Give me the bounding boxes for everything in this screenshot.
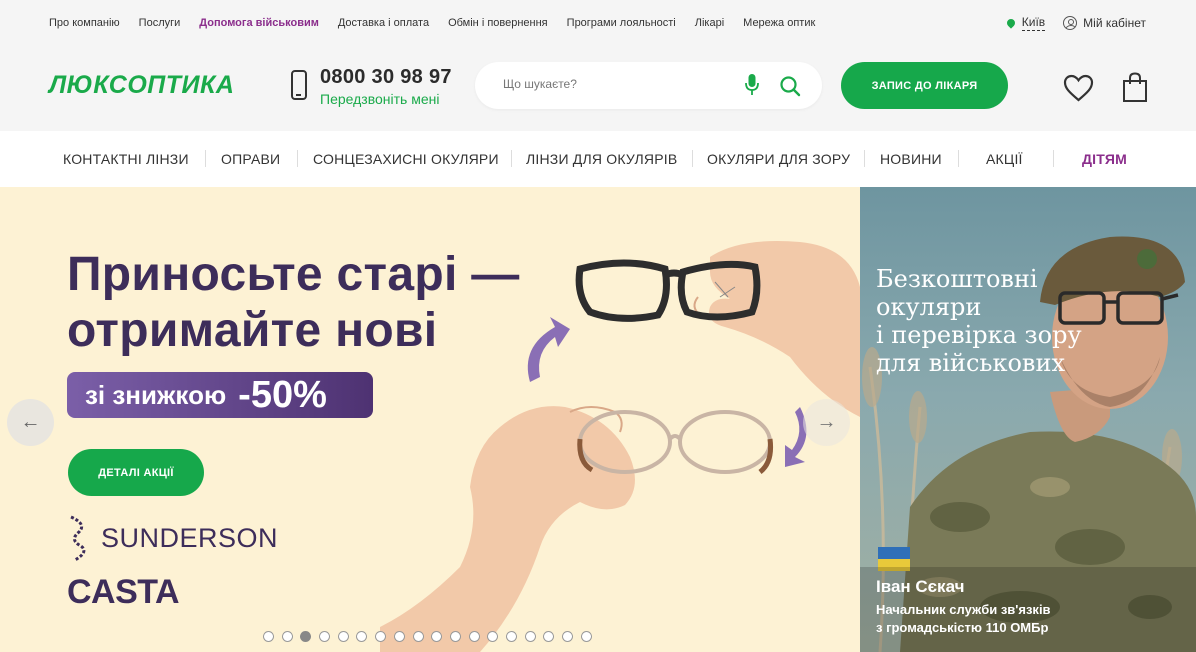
slider-dot[interactable] [505, 631, 517, 642]
brand-sunderson-text: SUNDERSON [101, 522, 279, 553]
city-name: Київ [1021, 15, 1046, 31]
banner-title-line: для військових [876, 349, 1065, 377]
banner-title-line: і перевірка зору [876, 321, 1082, 349]
slider-dot[interactable] [468, 631, 480, 642]
nav-divider [297, 150, 298, 167]
top-links: Про компанію Послуги Допомога військовим… [49, 17, 834, 29]
callback-link[interactable]: Передзвоніть мені [320, 91, 439, 107]
slider-dot[interactable] [487, 631, 499, 642]
nav-divider [1053, 150, 1054, 167]
doctor-appointment-button[interactable]: ЗАПИС ДО ЛІКАРЯ [841, 62, 1008, 109]
slider-dot[interactable] [337, 631, 349, 642]
arrow-left-icon: ← [20, 411, 41, 433]
nav-divider [511, 150, 512, 167]
header: ЛЮКСОПТИКА 0800 30 98 97 Передзвоніть ме… [0, 46, 1196, 131]
nav-item-spectacle-lenses[interactable]: ЛІНЗИ ДЛЯ ОКУЛЯРІВ [526, 151, 677, 167]
microphone-icon[interactable] [745, 73, 759, 97]
nav-item-sunglasses[interactable]: СОНЦЕЗАХИСНІ ОКУЛЯРИ [313, 151, 499, 167]
brand-sunderson-logo: SUNDERSON [67, 514, 278, 562]
slider-dot[interactable] [524, 631, 536, 642]
logo[interactable]: ЛЮКСОПТИКА [49, 71, 234, 100]
person-name: Іван Сєкач [876, 577, 965, 596]
account-link[interactable]: Мій кабінет [1063, 16, 1146, 30]
banner-title-line: Безкоштовні [876, 265, 1038, 293]
phone-number[interactable]: 0800 30 98 97 [320, 66, 452, 89]
sunderson-mark-icon [70, 515, 86, 562]
discount-text: зі знижкою [85, 379, 227, 410]
slider-dot[interactable] [300, 631, 312, 642]
top-right: Київ Мій кабінет [1005, 15, 1146, 31]
main-nav: КОНТАКТНІ ЛІНЗИ ОПРАВИ СОНЦЕЗАХИСНІ ОКУЛ… [0, 131, 1196, 187]
nav-item-promotions[interactable]: АКЦІЇ [986, 151, 1023, 167]
slider-dot[interactable] [393, 631, 405, 642]
slider-dot[interactable] [319, 631, 331, 642]
slider-prev-button[interactable]: ← [7, 399, 54, 446]
nav-item-kids[interactable]: ДІТЯМ [1082, 151, 1127, 167]
top-link-delivery[interactable]: Доставка і оплата [338, 17, 429, 29]
top-link-loyalty[interactable]: Програми лояльності [567, 17, 676, 29]
nav-item-vision-glasses[interactable]: ОКУЛЯРИ ДЛЯ ЗОРУ [707, 151, 850, 167]
top-link-stores[interactable]: Мережа оптик [743, 17, 815, 29]
slider-dot[interactable] [263, 631, 274, 642]
search-box [475, 62, 822, 109]
military-banner[interactable]: Безкоштовні окуляри і перевірка зору для… [860, 187, 1196, 652]
military-banner-title: Безкоштовні окуляри і перевірка зору для… [876, 265, 1082, 377]
nav-divider [692, 150, 693, 167]
user-icon [1063, 16, 1078, 30]
account-label: Мій кабінет [1083, 16, 1146, 30]
promo-details-button[interactable]: ДЕТАЛІ АКЦІЇ [68, 449, 204, 496]
top-link-doctors[interactable]: Лікарі [695, 17, 724, 29]
slider-dot[interactable] [375, 631, 387, 642]
brand-casta-logo: CASTA [67, 573, 180, 611]
nav-item-news[interactable]: НОВИНИ [880, 151, 942, 167]
slider-dot[interactable] [412, 631, 424, 642]
slider-next-button[interactable]: → [803, 399, 850, 446]
slider-dot[interactable] [580, 631, 592, 642]
nav-divider [958, 150, 959, 167]
hero-title-line-2: отримайте нові [67, 304, 438, 357]
nav-divider [205, 150, 206, 167]
discount-badge: зі знижкою -50% [67, 372, 373, 418]
city-selector[interactable]: Київ [1005, 15, 1046, 31]
top-link-services[interactable]: Послуги [139, 17, 181, 29]
slider-dot[interactable] [431, 631, 443, 642]
phone-icon [291, 70, 307, 100]
person-role: Начальник служби зв'язків з громадськіст… [876, 601, 1051, 637]
person-role-line: Начальник служби зв'язків [876, 602, 1051, 617]
top-link-returns[interactable]: Обмін і повернення [448, 17, 548, 29]
arrow-right-icon: → [816, 411, 837, 433]
discount-value: -50% [238, 373, 327, 416]
slider-dot[interactable] [543, 631, 555, 642]
heart-icon[interactable] [1063, 74, 1094, 102]
hero-title: Приносьте старі — отримайте нові [67, 247, 520, 359]
search-input[interactable] [503, 77, 733, 91]
banner-title-line: окуляри [876, 293, 982, 321]
search-icon[interactable] [779, 75, 801, 97]
slider-dot[interactable] [356, 631, 368, 642]
nav-item-frames[interactable]: ОПРАВИ [221, 151, 280, 167]
slider-dot[interactable] [562, 631, 573, 642]
slider-dot[interactable] [281, 631, 293, 642]
location-pin-icon [1005, 17, 1017, 29]
top-link-about[interactable]: Про компанію [49, 17, 120, 29]
slider-pagination [263, 631, 599, 642]
slider-dot[interactable] [449, 631, 461, 642]
nav-item-contact-lenses[interactable]: КОНТАКТНІ ЛІНЗИ [63, 151, 189, 167]
top-link-military-help[interactable]: Допомога військовим [199, 17, 319, 29]
cart-bag-icon[interactable] [1122, 72, 1148, 102]
nav-divider [864, 150, 865, 167]
top-bar: Про компанію Послуги Допомога військовим… [0, 0, 1196, 46]
hero-slider: Приносьте старі — отримайте нові зі зниж… [0, 187, 860, 652]
hero-title-line-1: Приносьте старі — [67, 248, 520, 301]
person-role-line: з громадськістю 110 ОМБр [876, 620, 1049, 635]
